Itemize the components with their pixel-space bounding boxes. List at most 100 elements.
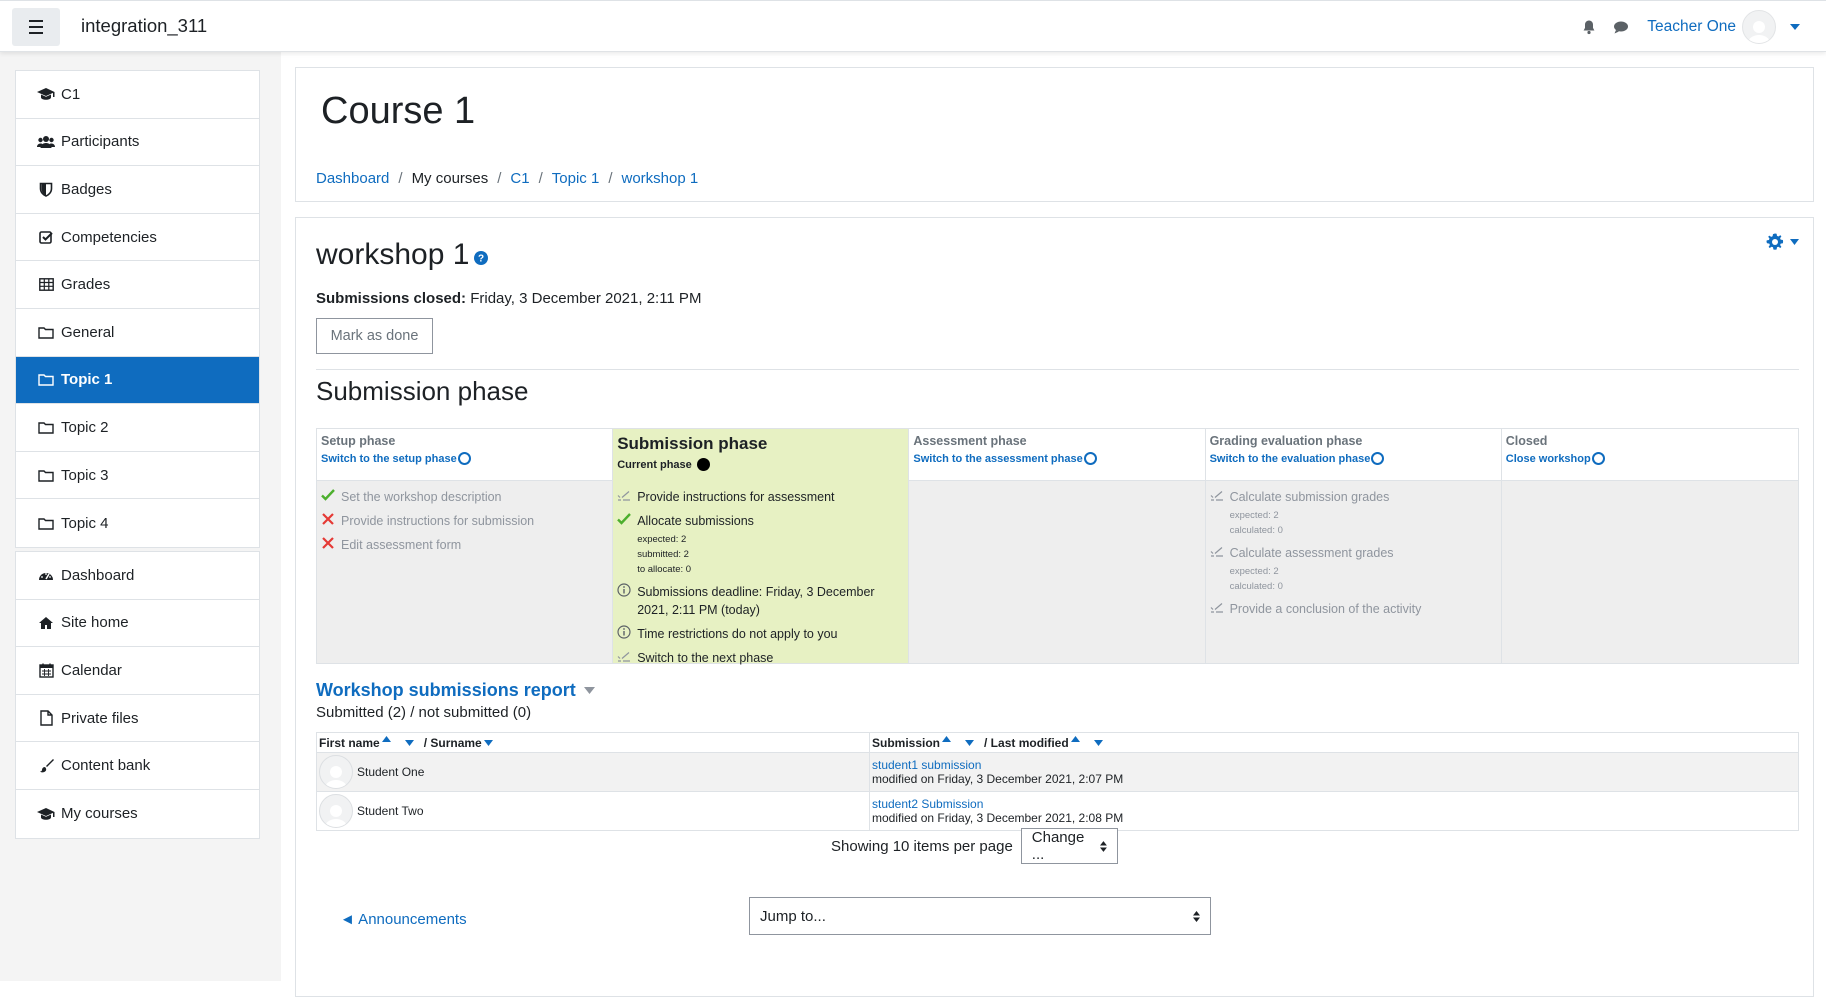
task-detail: calculated: 0 (1229, 525, 1283, 536)
sidebar-item-c1[interactable]: C1 (16, 71, 259, 119)
sort-surname-link[interactable]: / Surname (424, 736, 482, 750)
site-name[interactable]: integration_311 (81, 15, 207, 37)
table-header-row: First name / Surname Submission / Last mod… (316, 732, 1799, 753)
close-workshop-link[interactable]: Close workshop (1506, 452, 1794, 465)
previous-activity-link[interactable]: ◄ Announcements (340, 911, 467, 928)
sidebar-item-topic-4[interactable]: Topic 4 (16, 499, 259, 547)
table-row: Student One student1 submission modified… (316, 752, 1799, 792)
student-name-link[interactable]: Student One (357, 765, 424, 779)
task-detail: expected: 2 (1229, 566, 1279, 577)
user-silhouette-icon (325, 805, 347, 827)
sidebar-item-label: Competencies (61, 228, 157, 246)
submissions-closed-date: Submissions closed: Friday, 3 December 2… (316, 290, 701, 307)
sidebar-item-topic-3[interactable]: Topic 3 (16, 452, 259, 500)
submission-link[interactable]: student1 submission (872, 758, 1796, 772)
mark-as-done-button[interactable]: Mark as done (316, 318, 433, 354)
breadcrumb: Dashboard / My courses / C1 / Topic 1 / … (316, 170, 698, 187)
submissions-closed-label: Submissions closed: (316, 290, 467, 307)
sort-up-icon[interactable] (942, 735, 952, 742)
sidebar-item-label: Topic 4 (61, 514, 109, 532)
sort-down-icon[interactable] (404, 740, 414, 747)
sort-down-icon[interactable] (1093, 740, 1103, 747)
sidebar-item-content-bank[interactable]: Content bank (16, 742, 259, 790)
graduation-cap-icon (37, 86, 55, 102)
submissions-table: First name / Surname Submission / Last mod… (316, 732, 1799, 831)
sidebar-item-grades[interactable]: Grades (16, 261, 259, 309)
sort-up-icon[interactable] (381, 735, 391, 742)
breadcrumb-topic-1[interactable]: Topic 1 (552, 170, 600, 187)
brush-icon (37, 758, 55, 774)
current-phase-dot-icon (696, 458, 710, 471)
sort-up-icon[interactable] (1070, 735, 1080, 742)
sidebar-item-label: General (61, 323, 115, 341)
breadcrumb-c1[interactable]: C1 (510, 170, 529, 187)
per-page-label: Showing 10 items per page (831, 837, 1013, 855)
sidebar-item-site-home[interactable]: Site home (16, 600, 259, 648)
sidebar-item-badges[interactable]: Badges (16, 166, 259, 214)
sort-down-icon[interactable] (483, 740, 493, 747)
sidebar-item-topic-1[interactable]: Topic 1 (16, 356, 259, 405)
activity-settings-menu[interactable] (1765, 232, 1799, 252)
sidebar-item-general[interactable]: General (16, 309, 259, 357)
switch-to-evaluation-phase-link[interactable]: Switch to the evaluation phase (1210, 452, 1497, 465)
student-name-link[interactable]: Student Two (357, 804, 424, 818)
task-text: Provide a conclusion of the activity (1229, 602, 1422, 616)
sidebar-item-topic-2[interactable]: Topic 2 (16, 404, 259, 452)
submission-cell: student1 submission modified on Friday, … (869, 752, 1799, 792)
user-name-link[interactable]: Teacher One (1647, 18, 1736, 36)
sidebar-item-competencies[interactable]: Competencies (16, 214, 259, 262)
sidebar-item-label: Topic 2 (61, 418, 109, 436)
workshop-content: workshop 1 ? Submissions closed: Friday,… (295, 217, 1814, 997)
help-icon[interactable]: ? (474, 251, 489, 265)
phase-action-label: Current phase (617, 458, 692, 471)
task-item: Calculate assessment grades expected: 2 … (1210, 544, 1497, 594)
sort-submission-link[interactable]: Submission (872, 736, 940, 750)
submission-modified: modified on Friday, 3 December 2021, 2:0… (872, 811, 1124, 825)
breadcrumb-dashboard[interactable]: Dashboard (316, 170, 389, 187)
chat-icon[interactable] (1613, 19, 1629, 35)
gear-icon (1766, 233, 1784, 250)
bell-icon[interactable] (1581, 19, 1597, 35)
user-plan-phases: Setup phase Switch to the setup phase Se… (316, 428, 1799, 665)
sidebar-item-participants[interactable]: Participants (16, 119, 259, 167)
task-detail-list: expected: 2 calculated: 0 (1230, 508, 1390, 538)
check-icon (617, 513, 632, 525)
sort-first-name-link[interactable]: First name (319, 736, 380, 750)
student-avatar[interactable] (319, 755, 353, 789)
report-title: Workshop submissions report (316, 680, 576, 700)
jump-to-select[interactable]: Jump to... (749, 897, 1211, 935)
chevron-down-icon (1790, 239, 1799, 245)
per-page-select[interactable]: Change ... (1020, 828, 1118, 864)
breadcrumb-separator: / (398, 170, 403, 187)
sidebar-item-private-files[interactable]: Private files (16, 695, 259, 743)
user-avatar[interactable] (1742, 10, 1776, 44)
student-avatar[interactable] (319, 794, 353, 828)
switch-to-assessment-phase-link[interactable]: Switch to the assessment phase (913, 452, 1200, 465)
todo-check-icon (1210, 547, 1223, 557)
page-header: Course 1 Dashboard / My courses / C1 / T… (295, 67, 1814, 202)
divider (316, 369, 1799, 370)
calendar-icon (37, 662, 55, 678)
chevron-down-icon[interactable] (1790, 24, 1800, 30)
phase-action-label: Close workshop (1505, 452, 1591, 465)
menu-toggle-button[interactable] (12, 8, 60, 46)
sidebar-item-dashboard[interactable]: Dashboard (16, 552, 259, 600)
folder-icon (37, 372, 55, 388)
sort-down-icon[interactable] (965, 740, 975, 747)
submission-modified: modified on Friday, 3 December 2021, 2:0… (872, 772, 1124, 786)
phase-name: Grading evaluation phase (1209, 434, 1363, 448)
task-text: Edit assessment form (341, 538, 462, 552)
breadcrumb-workshop-1[interactable]: workshop 1 (621, 170, 698, 187)
cross-icon (322, 513, 334, 525)
task-detail-list: expected: 2 submitted: 2 to allocate: 0 (637, 532, 754, 577)
sidebar-item-label: Topic 3 (61, 466, 109, 484)
sidebar-item-my-courses[interactable]: My courses (16, 790, 259, 838)
submission-link[interactable]: student2 Submission (872, 797, 1796, 811)
submissions-report-toggle[interactable]: Workshop submissions report (316, 680, 595, 701)
phase-switch-icon (1371, 452, 1385, 465)
sidebar-item-calendar[interactable]: Calendar (16, 647, 259, 695)
sort-last-modified-link[interactable]: / Last modified (984, 736, 1069, 750)
course-nav-group: C1 Participants Badges Competencies Grad… (15, 70, 260, 548)
switch-to-setup-phase-link[interactable]: Switch to the setup phase (321, 452, 608, 465)
dashboard-icon (37, 567, 55, 583)
